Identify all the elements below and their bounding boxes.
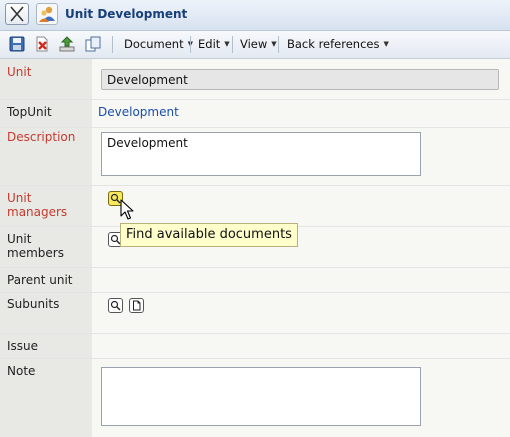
menu-back-references-label: Back references <box>287 37 380 51</box>
label-cell: Subunits <box>0 293 92 333</box>
window-title: Unit Development <box>65 7 188 21</box>
label-cell: Note <box>0 359 92 437</box>
upload-button[interactable] <box>58 35 76 53</box>
label-cell: Unit members <box>0 227 92 267</box>
row-note: Note <box>0 359 510 437</box>
row-parent-unit: Parent unit <box>0 268 510 293</box>
row-subunits: Subunits <box>0 293 510 334</box>
row-unit: Unit Development <box>0 59 510 100</box>
label-cell: Issue <box>0 334 92 358</box>
toolbar-separator <box>278 36 279 53</box>
find-subunits-button[interactable] <box>108 298 123 313</box>
top-unit-label: TopUnit <box>7 105 52 119</box>
copy-button[interactable] <box>84 35 102 53</box>
row-top-unit: TopUnit Development <box>0 100 510 128</box>
menu-edit[interactable]: Edit ▼ <box>198 37 230 51</box>
menu-edit-label: Edit <box>198 37 221 51</box>
toolbar: Document▼ Edit▼ View▼ Back references▼ <box>0 31 510 59</box>
value-cell <box>92 268 510 292</box>
delete-button[interactable] <box>33 35 51 53</box>
description-label: Description <box>7 130 76 144</box>
user-group-icon <box>39 6 55 22</box>
menu-document-label: Document <box>124 37 184 51</box>
menu-view[interactable]: View ▼ <box>240 37 277 51</box>
save-icon <box>9 36 25 52</box>
note-label: Note <box>7 364 36 378</box>
new-document-icon <box>133 300 141 311</box>
close-button[interactable] <box>5 3 29 25</box>
value-cell <box>92 334 510 358</box>
copy-icon <box>85 36 101 52</box>
label-cell: Unit <box>0 59 92 99</box>
subunits-label: Subunits <box>7 297 60 311</box>
value-cell <box>92 359 510 437</box>
menu-view-label: View <box>240 37 268 51</box>
chevron-down-icon: ▼ <box>224 40 230 48</box>
unit-managers-label: Unit managers <box>7 191 68 219</box>
row-unit-managers: Unit managers <box>0 186 510 227</box>
label-cell: Parent unit <box>0 268 92 292</box>
row-description: Description Development <box>0 128 510 186</box>
toolbar-separator <box>112 36 113 53</box>
toolbar-separator <box>190 36 191 53</box>
unit-form: Unit Development TopUnit Development Des… <box>0 59 510 437</box>
tooltip: Find available documents <box>120 223 298 247</box>
parent-unit-label: Parent unit <box>7 273 73 287</box>
toolbar-separator <box>232 36 233 53</box>
save-button[interactable] <box>8 35 26 53</box>
menu-back-references[interactable]: Back references ▼ <box>287 37 389 51</box>
chevron-down-icon: ▼ <box>383 40 389 48</box>
label-cell: Description <box>0 128 92 185</box>
top-unit-link[interactable]: Development <box>98 105 179 119</box>
issue-label: Issue <box>7 339 39 353</box>
value-cell <box>92 186 510 226</box>
unit-type-button[interactable] <box>36 3 58 25</box>
label-cell: Unit managers <box>0 186 92 226</box>
upload-icon <box>59 36 75 52</box>
value-cell: Development <box>92 100 510 127</box>
chevron-down-icon: ▼ <box>271 40 277 48</box>
description-textarea[interactable]: Development <box>101 132 421 176</box>
unit-members-label: Unit members <box>7 232 64 260</box>
value-cell <box>92 293 510 333</box>
close-icon <box>10 6 24 22</box>
value-cell: Development <box>92 128 510 185</box>
new-subunit-button[interactable] <box>129 298 144 313</box>
row-issue: Issue <box>0 334 510 359</box>
unit-field[interactable]: Development <box>101 69 499 90</box>
label-cell: TopUnit <box>0 100 92 127</box>
note-textarea[interactable] <box>101 367 421 426</box>
mouse-cursor-icon <box>120 199 134 220</box>
title-bar: Unit Development <box>0 0 510 31</box>
unit-label: Unit <box>7 65 32 79</box>
value-cell: Development <box>92 59 510 99</box>
menu-document[interactable]: Document▼ <box>124 37 193 51</box>
search-icon <box>110 300 121 311</box>
delete-icon <box>36 36 48 52</box>
